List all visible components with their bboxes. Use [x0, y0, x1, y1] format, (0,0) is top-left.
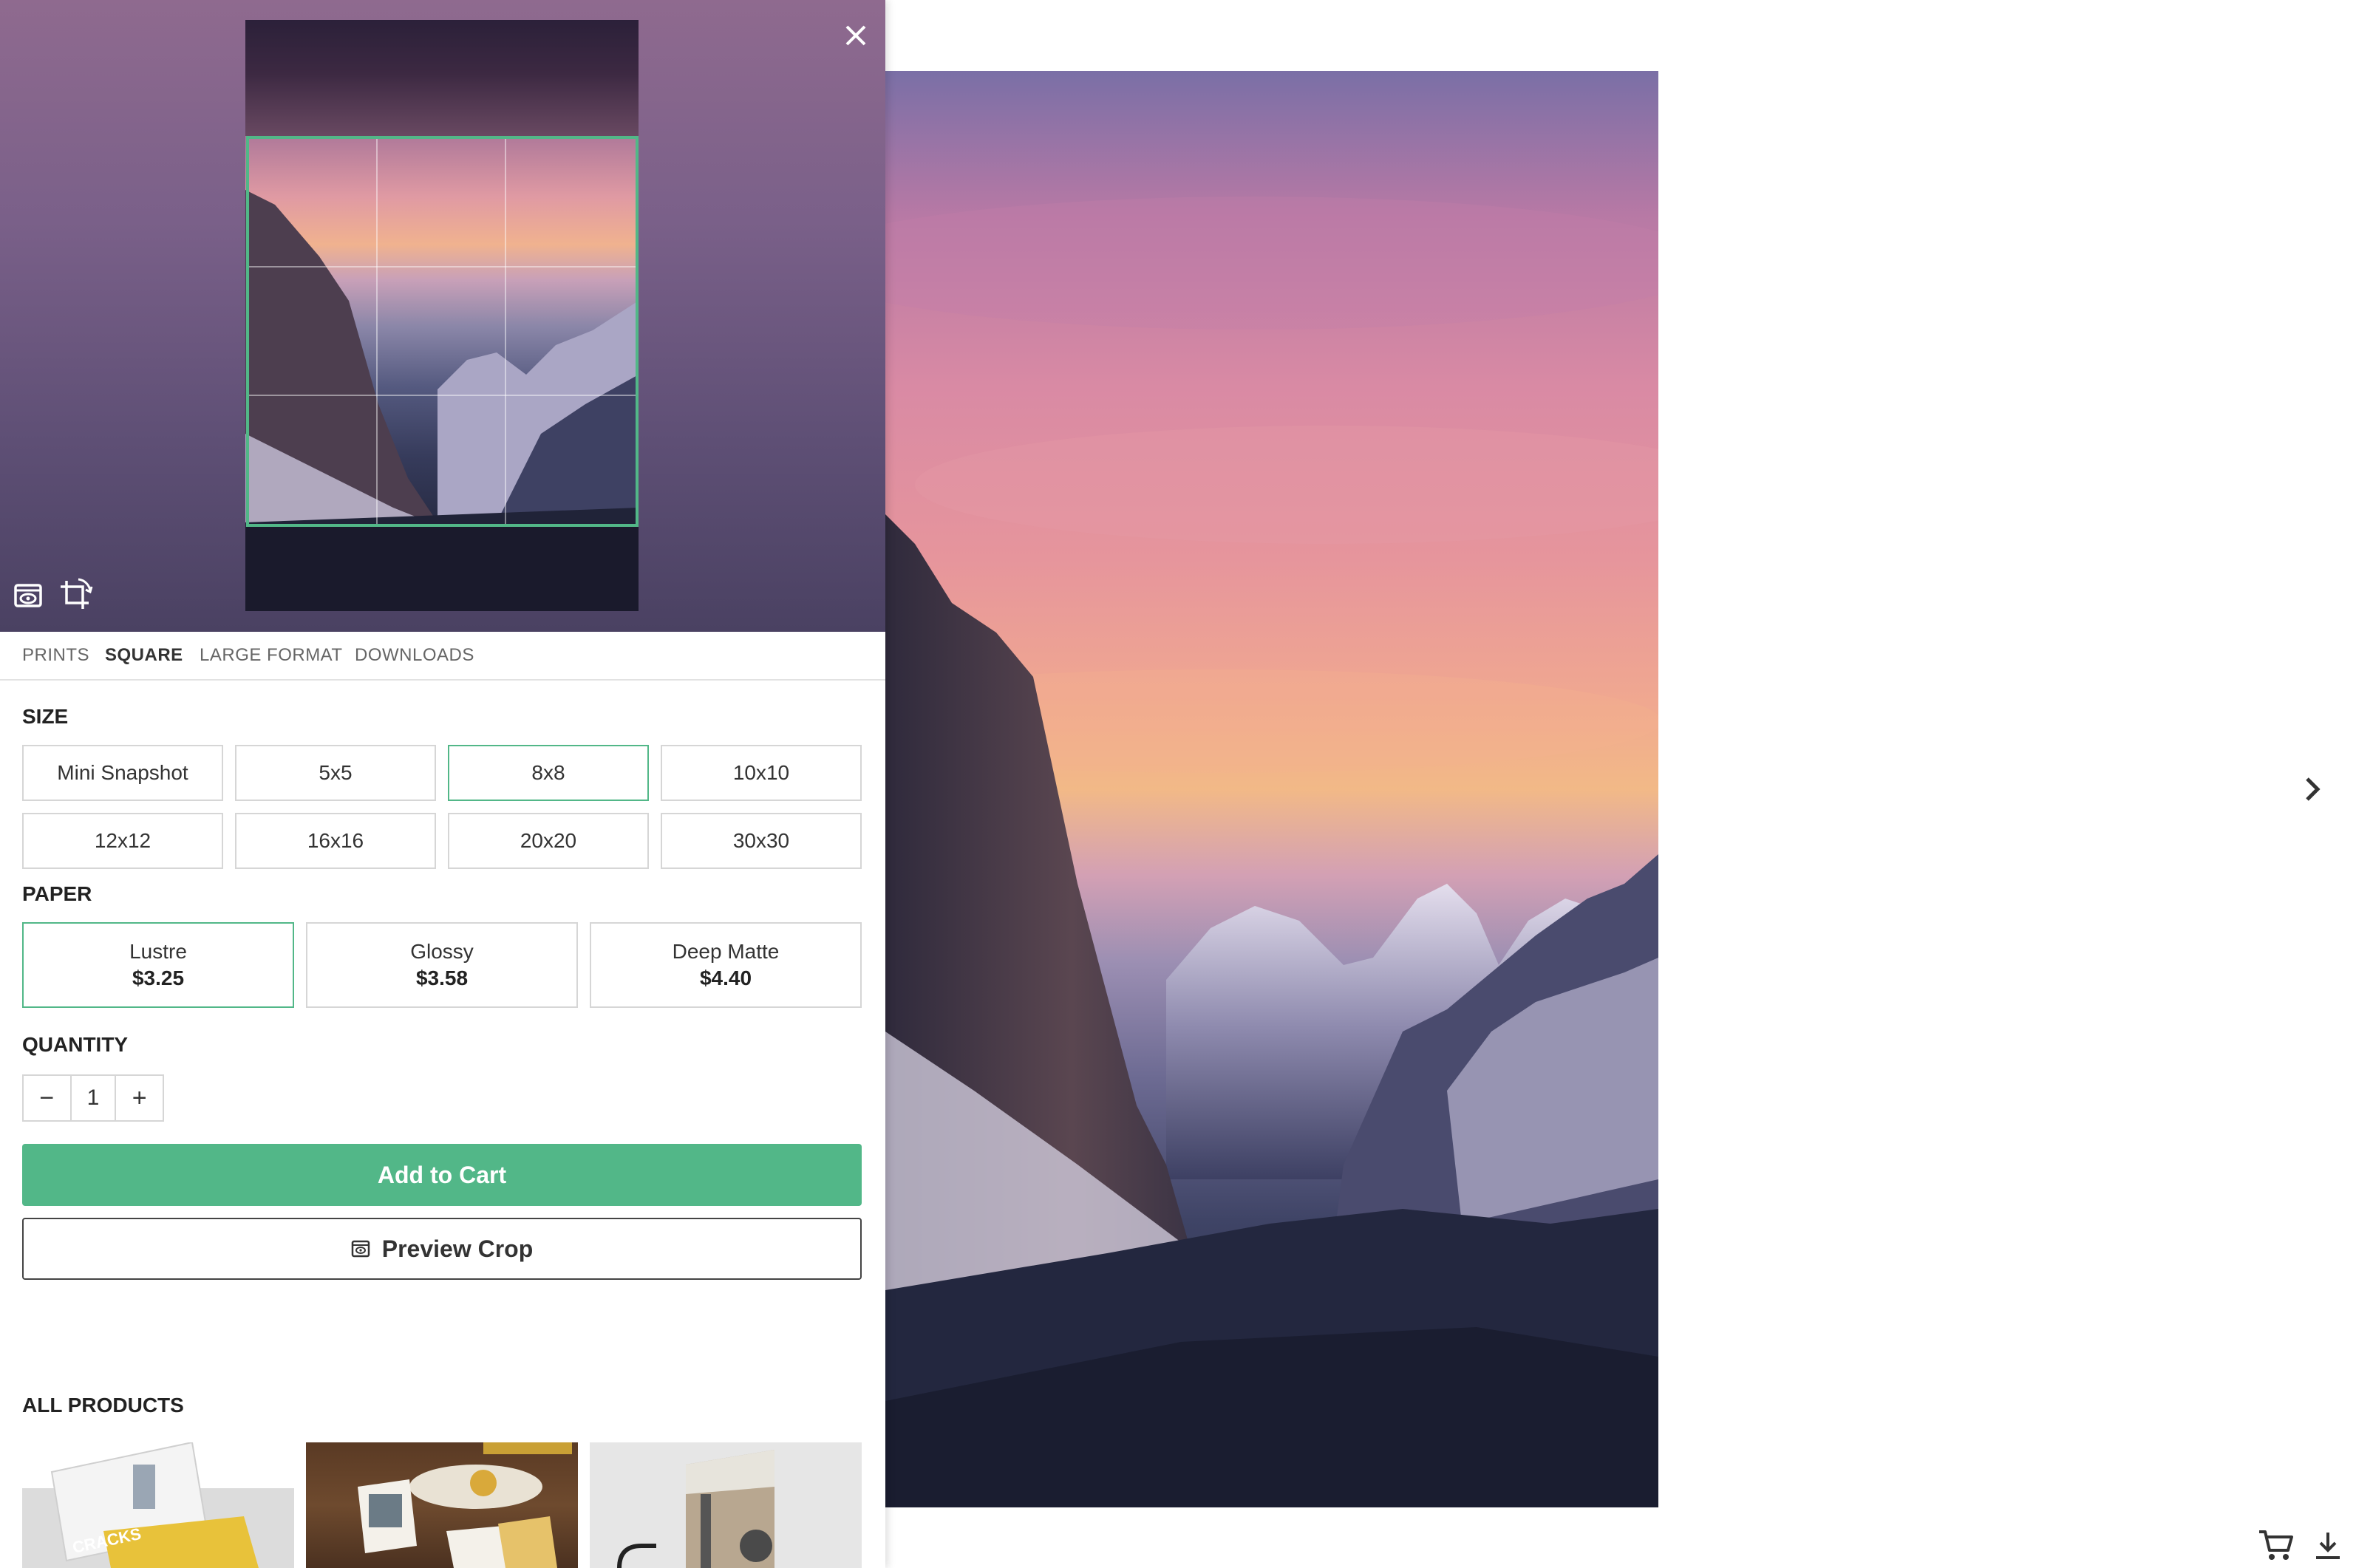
product-panel: PRINTS SQUARE LARGE FORMAT DOWNLOADS SIZ… — [0, 0, 885, 1568]
download-icon — [2316, 1533, 2340, 1559]
paper-option-lustre[interactable]: Lustre $3.25 — [22, 922, 294, 1008]
preview-crop-label: Preview Crop — [381, 1235, 534, 1262]
preview-toggle-button[interactable] — [13, 581, 43, 610]
tab-square[interactable]: SQUARE — [105, 645, 183, 666]
eye-icon — [14, 584, 42, 607]
quantity-increment-button[interactable]: + — [116, 1076, 163, 1120]
size-option-mini-snapshot[interactable]: Mini Snapshot — [22, 745, 223, 801]
crop-mask-bottom — [245, 527, 639, 611]
rotate-crop-icon — [61, 578, 93, 609]
close-button[interactable] — [841, 21, 871, 50]
crop-preview-area — [0, 0, 885, 632]
paper-option-deep-matte[interactable]: Deep Matte $4.40 — [590, 922, 862, 1008]
size-option-12x12[interactable]: 12x12 — [22, 813, 223, 869]
paper-price: $3.25 — [132, 967, 185, 989]
paper-title: PAPER — [22, 882, 92, 905]
size-option-16x16[interactable]: 16x16 — [235, 813, 436, 869]
preview-crop-button[interactable]: Preview Crop — [22, 1218, 862, 1280]
cart-button[interactable] — [2257, 1528, 2294, 1562]
product-thumbnail-canvas[interactable] — [590, 1442, 862, 1568]
size-option-8x8[interactable]: 8x8 — [448, 745, 649, 801]
quantity-value[interactable]: 1 — [69, 1076, 117, 1120]
product-tabs: PRINTS SQUARE LARGE FORMAT DOWNLOADS — [0, 632, 885, 681]
paper-option-glossy[interactable]: Glossy $3.58 — [306, 922, 578, 1008]
add-to-cart-button[interactable]: Add to Cart — [22, 1144, 862, 1206]
crop-mask-top — [245, 20, 639, 136]
paper-name: Deep Matte — [672, 940, 780, 963]
all-products-title: ALL PRODUCTS — [22, 1394, 184, 1417]
size-option-20x20[interactable]: 20x20 — [448, 813, 649, 869]
product-thumbnail-prints[interactable] — [306, 1442, 578, 1568]
product-thumbnail-cards[interactable]: CRACKS — [22, 1442, 294, 1568]
size-title: SIZE — [22, 705, 69, 728]
quantity-title: QUANTITY — [22, 1033, 129, 1056]
size-option-5x5[interactable]: 5x5 — [235, 745, 436, 801]
add-to-cart-label: Add to Cart — [377, 1161, 507, 1188]
chevron-right-icon — [2306, 777, 2321, 801]
paper-price: $3.58 — [415, 967, 469, 989]
next-image-button[interactable] — [2300, 773, 2326, 805]
download-button[interactable] — [2312, 1530, 2344, 1562]
eye-icon — [351, 1240, 370, 1258]
paper-name: Lustre — [129, 940, 187, 963]
crop-frame[interactable] — [246, 136, 639, 527]
quantity-stepper: − 1 + — [22, 1074, 164, 1122]
size-option-30x30[interactable]: 30x30 — [661, 813, 862, 869]
tab-downloads[interactable]: DOWNLOADS — [355, 645, 474, 666]
cart-icon — [2259, 1530, 2293, 1560]
paper-price: $4.40 — [699, 967, 752, 989]
rotate-crop-button[interactable] — [56, 576, 93, 613]
main-photo — [885, 71, 1658, 1507]
paper-name: Glossy — [410, 940, 474, 963]
close-icon — [845, 25, 866, 46]
size-option-10x10[interactable]: 10x10 — [661, 745, 862, 801]
tab-large-format[interactable]: LARGE FORMAT — [200, 645, 343, 666]
quantity-decrement-button[interactable]: − — [24, 1076, 70, 1120]
tab-prints[interactable]: PRINTS — [22, 645, 89, 666]
